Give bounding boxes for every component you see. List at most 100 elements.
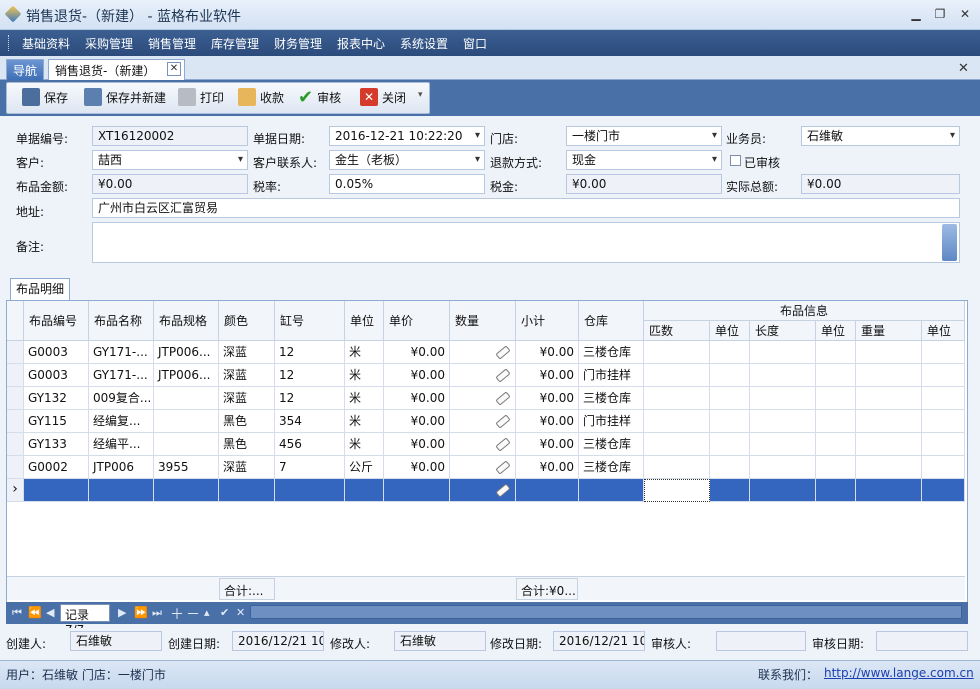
grid-cell[interactable]: 门市挂样 [579, 364, 644, 387]
menu-settings[interactable]: 系统设置 [400, 35, 448, 52]
grid-cell[interactable] [450, 456, 516, 479]
grid-cell[interactable] [816, 341, 856, 364]
last-record-icon[interactable]: ⏭ [152, 606, 162, 620]
grid-cell[interactable]: 12 [275, 364, 345, 387]
remark-textarea[interactable] [92, 222, 960, 263]
remark-scrollbar[interactable] [942, 224, 957, 261]
grid-cell[interactable]: 米 [345, 387, 384, 410]
grid-cell[interactable] [922, 387, 965, 410]
new-row-cell[interactable] [644, 479, 710, 502]
collect-button[interactable]: 收款 [238, 87, 284, 107]
grid-cell[interactable] [816, 387, 856, 410]
menu-sales[interactable]: 销售管理 [148, 35, 196, 52]
grid-cell[interactable] [154, 410, 219, 433]
grid-cell[interactable] [710, 410, 750, 433]
grid-cell[interactable]: 三楼仓库 [579, 456, 644, 479]
grid-cell[interactable] [856, 341, 922, 364]
maximize-icon[interactable]: ❐ [930, 6, 950, 22]
grid-cell[interactable]: GY133 [24, 433, 89, 456]
edit-pencil-icon[interactable] [495, 345, 511, 360]
contact-select[interactable]: 金生（老板） [329, 150, 485, 170]
grid-cell[interactable]: 354 [275, 410, 345, 433]
tab-fabric-detail[interactable]: 布品明细 [10, 278, 70, 300]
confirm-record-icon[interactable]: ✔ [220, 606, 229, 619]
grid-cell[interactable] [816, 433, 856, 456]
grid-cell[interactable] [450, 387, 516, 410]
print-button[interactable]: 打印 [178, 87, 224, 107]
column-header[interactable]: 颜色 [219, 301, 275, 341]
grid-cell[interactable]: 黑色 [219, 433, 275, 456]
grid-cell[interactable]: 12 [275, 387, 345, 410]
grid-cell[interactable]: 米 [345, 341, 384, 364]
grid-cell[interactable]: G0002 [24, 456, 89, 479]
grid-cell[interactable]: JTP006 [89, 456, 154, 479]
grid-cell[interactable]: 三楼仓库 [579, 341, 644, 364]
grid-cell[interactable]: 7 [275, 456, 345, 479]
grid-cell[interactable] [450, 410, 516, 433]
grid-cell[interactable]: 深蓝 [219, 456, 275, 479]
tab-sales-return[interactable]: 销售退货-（新建） [48, 59, 185, 80]
grid-cell[interactable]: GY115 [24, 410, 89, 433]
menu-inventory[interactable]: 库存管理 [211, 35, 259, 52]
grid-cell[interactable]: 米 [345, 433, 384, 456]
next-page-icon[interactable]: ⏩ [134, 606, 148, 619]
grid-cell[interactable] [750, 387, 816, 410]
grid-cell[interactable]: ¥0.00 [384, 364, 450, 387]
edit-pencil-icon[interactable] [495, 391, 511, 406]
grid-cell[interactable] [644, 387, 710, 410]
grid-cell[interactable]: 黑色 [219, 410, 275, 433]
grid-cell[interactable]: ¥0.00 [384, 410, 450, 433]
grid-cell[interactable] [644, 364, 710, 387]
grid-cell[interactable] [922, 364, 965, 387]
prev-page-icon[interactable]: ⏪ [28, 606, 42, 619]
grid-cell[interactable] [710, 341, 750, 364]
grid-cell[interactable]: 009复合... [89, 387, 154, 410]
website-link[interactable]: http://www.lange.com.cn [824, 666, 974, 680]
grid-cell[interactable]: ¥0.00 [516, 456, 579, 479]
customer-select[interactable]: 喆西 [92, 150, 248, 170]
column-header[interactable]: 单位 [345, 301, 384, 341]
column-header[interactable]: 仓库 [579, 301, 644, 341]
grid-cell[interactable]: ¥0.00 [384, 341, 450, 364]
edit-pencil-icon[interactable] [495, 460, 511, 475]
grid-cell[interactable]: GY171-... [89, 364, 154, 387]
grid-cell[interactable]: 经编平... [89, 433, 154, 456]
tab-navigation[interactable]: 导航 [6, 59, 44, 80]
address-input[interactable]: 广州市白云区汇富贸易 [92, 198, 960, 218]
sub-column-header[interactable]: 重量 [856, 321, 922, 341]
edit-pencil-icon[interactable] [495, 368, 511, 383]
grid-cell[interactable] [816, 456, 856, 479]
sub-column-header[interactable]: 单位 [816, 321, 856, 341]
grid-cell[interactable] [750, 410, 816, 433]
grid-cell[interactable] [644, 410, 710, 433]
new-row-cell[interactable] [922, 479, 965, 502]
grid-cell[interactable] [922, 456, 965, 479]
grid-cell[interactable] [644, 341, 710, 364]
grid-cell[interactable] [710, 433, 750, 456]
grid-cell[interactable]: ¥0.00 [516, 387, 579, 410]
edit-record-icon[interactable]: ▴ [204, 606, 210, 619]
grid-cell[interactable]: 456 [275, 433, 345, 456]
grid-cell[interactable]: ¥0.00 [516, 341, 579, 364]
sub-column-header[interactable]: 长度 [750, 321, 816, 341]
edit-pencil-icon[interactable] [495, 437, 511, 452]
grid-cell[interactable]: 3955 [154, 456, 219, 479]
grid-cell[interactable]: ¥0.00 [384, 433, 450, 456]
sub-column-header[interactable]: 单位 [922, 321, 965, 341]
grid-cell[interactable] [750, 364, 816, 387]
grid-cell[interactable]: 公斤 [345, 456, 384, 479]
grid-cell[interactable] [856, 364, 922, 387]
grid-cell[interactable] [816, 410, 856, 433]
grid-cell[interactable] [856, 410, 922, 433]
delete-record-icon[interactable]: － [186, 604, 200, 624]
grid-cell[interactable] [922, 341, 965, 364]
grid-cell[interactable]: 米 [345, 364, 384, 387]
grid-cell[interactable]: ¥0.00 [516, 410, 579, 433]
cancel-record-icon[interactable]: ✕ [236, 606, 245, 619]
grid-cell[interactable]: 经编复... [89, 410, 154, 433]
grid-cell[interactable]: G0003 [24, 341, 89, 364]
new-row-cell[interactable] [816, 479, 856, 502]
edit-pencil-icon[interactable] [495, 483, 511, 498]
grid-cell[interactable]: 深蓝 [219, 364, 275, 387]
pane-close-icon[interactable]: ✕ [958, 61, 969, 76]
